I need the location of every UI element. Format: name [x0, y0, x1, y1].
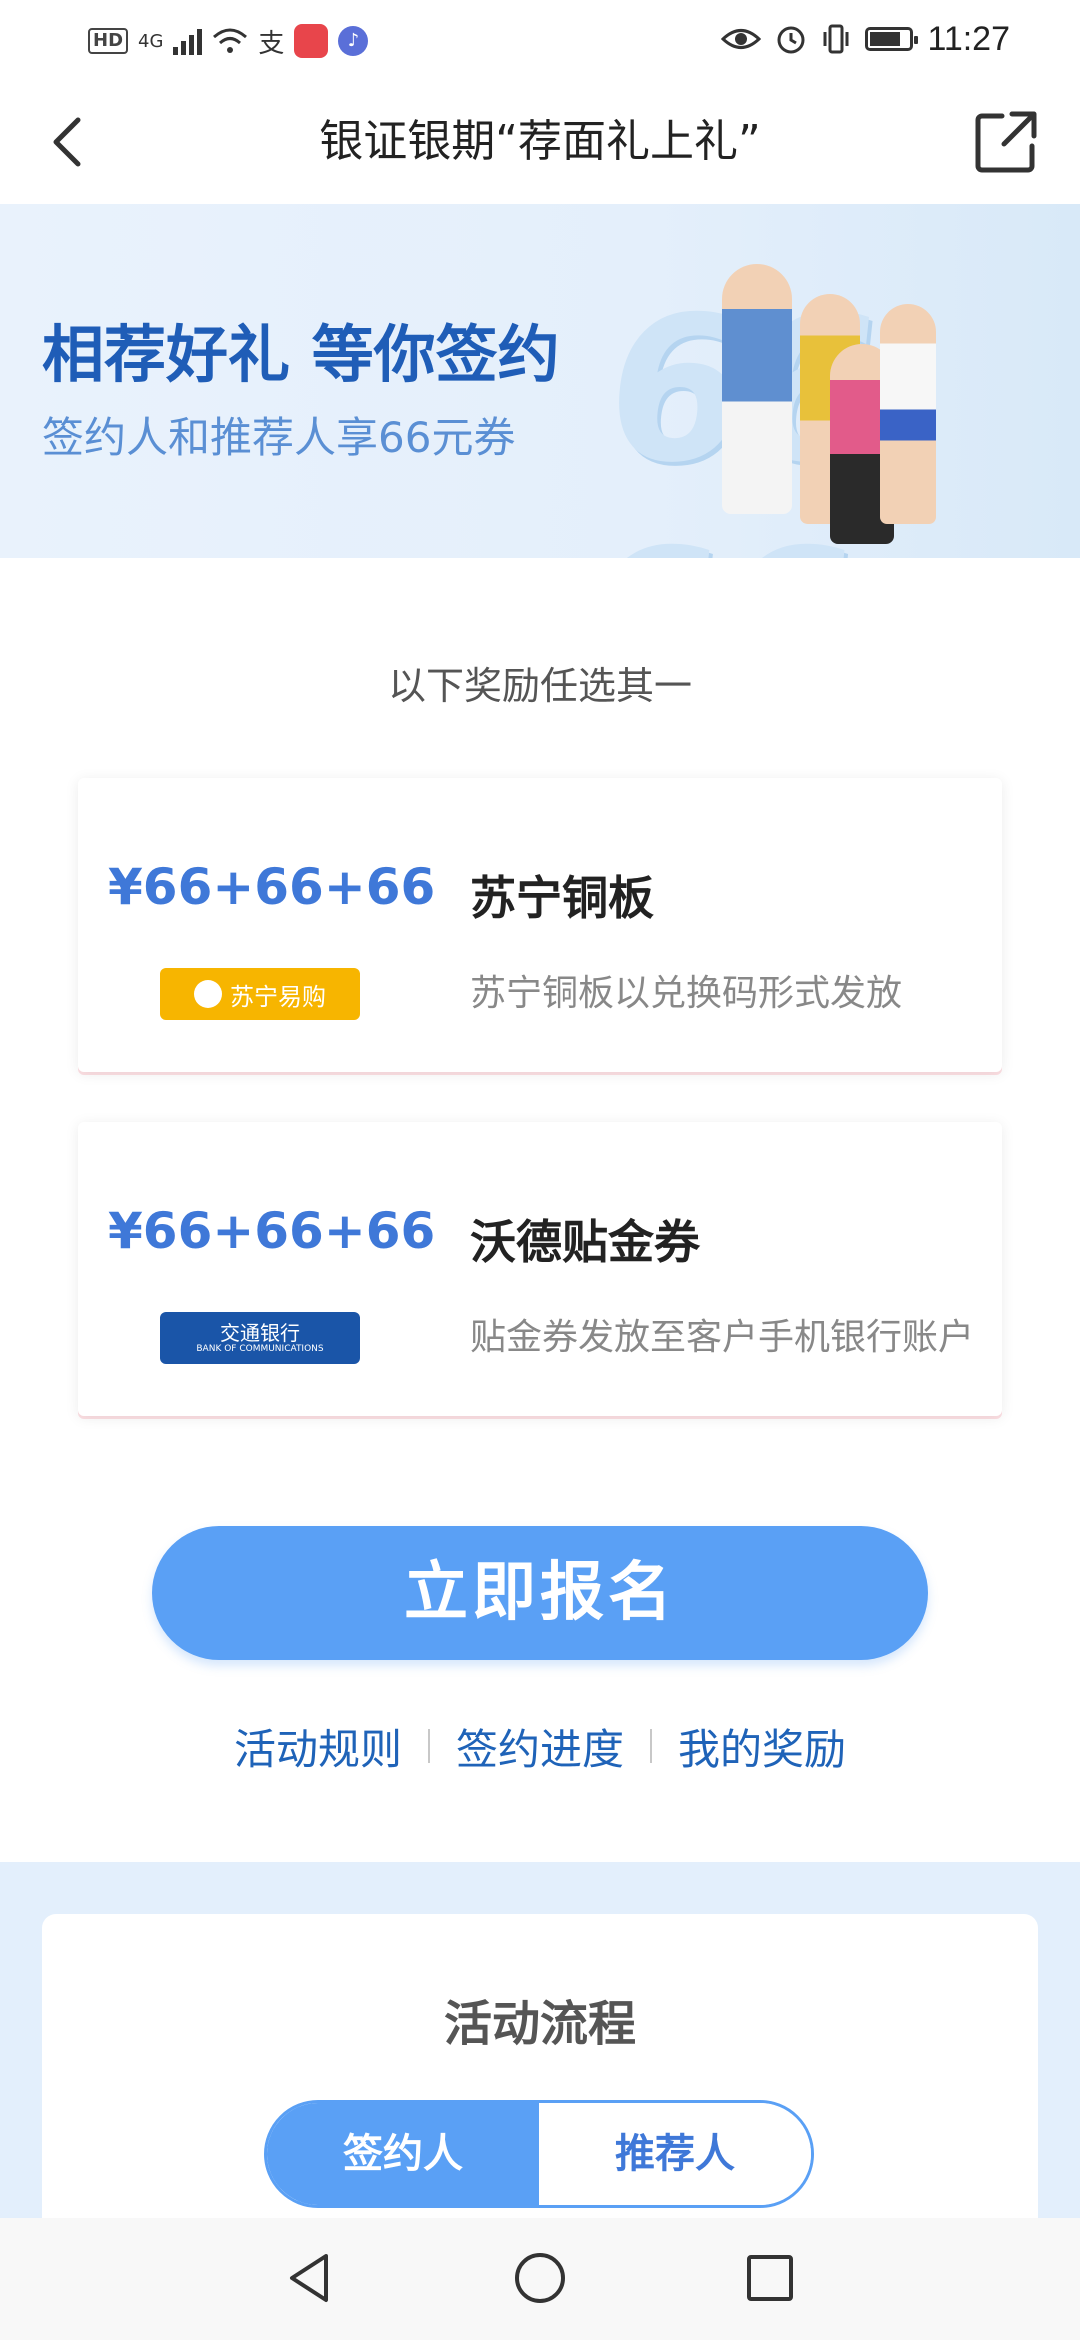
share-icon[interactable] — [972, 108, 1040, 176]
reward-desc: 苏宁铜板以兑换码形式发放 — [470, 973, 903, 1014]
banner-person — [722, 264, 792, 514]
choose-hint: 以下奖励任选其一 — [387, 664, 692, 708]
alipay-icon: 支 — [258, 28, 285, 59]
reward-card-suning[interactable]: ¥66+66+66 苏宁易购 苏宁铜板 苏宁铜板以兑换码形式发放 — [78, 778, 1002, 1072]
hd-icon: HD — [88, 28, 129, 54]
banner-title: 相荐好礼 等你签约 — [42, 318, 560, 391]
bocom-logo: 交通银行 BANK OF COMMUNICATIONS — [160, 1312, 360, 1364]
suning-logo-text: 苏宁易购 — [230, 982, 326, 1011]
suning-lion-icon — [194, 980, 222, 1008]
my-rewards-link[interactable]: 我的奖励 — [652, 1716, 872, 1777]
rules-link[interactable]: 活动规则 — [208, 1716, 428, 1777]
reward-title: 苏宁铜板 — [470, 871, 654, 925]
role-toggle: 签约人 推荐人 — [264, 2100, 814, 2208]
network-label: 4G — [138, 30, 164, 52]
reward-card-bocom[interactable]: ¥66+66+66 交通银行 BANK OF COMMUNICATIONS 沃德… — [78, 1122, 1002, 1416]
tab-signer[interactable]: 签约人 — [267, 2103, 539, 2205]
status-right: 11:27 — [721, 16, 1010, 62]
banner-person — [880, 304, 936, 524]
reward-price: ¥66+66+66 — [108, 858, 436, 916]
app-icon — [294, 24, 329, 58]
nav-back-triangle-icon[interactable] — [284, 2250, 334, 2306]
nav-recents-square-icon[interactable] — [744, 2250, 796, 2306]
banner-subtitle: 签约人和推荐人享66元券 — [42, 413, 516, 462]
music-icon: ♪ — [338, 26, 369, 56]
vibrate-icon — [823, 24, 849, 54]
signup-button[interactable]: 立即报名 — [152, 1526, 928, 1660]
footer-links: 活动规则 签约进度 我的奖励 — [0, 1716, 1080, 1776]
suning-logo: 苏宁易购 — [160, 968, 360, 1020]
reward-title: 沃德贴金券 — [470, 1215, 700, 1269]
battery-icon — [865, 27, 919, 51]
bocom-logo-text: 交通银行 — [220, 1321, 300, 1345]
bocom-logo-subtext: BANK OF COMMUNICATIONS — [196, 1344, 324, 1354]
signal-icon — [173, 27, 203, 55]
page-title: 银证银期“荐面礼上礼” — [319, 116, 761, 167]
eye-icon — [721, 29, 762, 49]
status-bar: HD 4G 支 ♪ 11:27 — [0, 0, 1080, 80]
wifi-icon — [213, 28, 248, 53]
system-nav-bar — [0, 2218, 1080, 2340]
nav-bar: 银证银期“荐面礼上礼” — [0, 80, 1080, 205]
tab-referrer[interactable]: 推荐人 — [539, 2103, 811, 2205]
process-title: 活动流程 — [443, 1996, 636, 2052]
reward-desc: 贴金券发放至客户手机银行账户 — [470, 1317, 975, 1358]
reward-price: ¥66+66+66 — [108, 1202, 436, 1260]
nav-home-circle-icon[interactable] — [512, 2250, 568, 2306]
promo-banner: 66 66 相荐好礼 等你签约 签约人和推荐人享66元券 — [0, 204, 1080, 558]
progress-link[interactable]: 签约进度 — [430, 1716, 650, 1777]
clock: 11:27 — [927, 19, 1010, 58]
alarm-icon — [777, 26, 805, 54]
status-left: HD 4G 支 ♪ — [88, 20, 369, 62]
